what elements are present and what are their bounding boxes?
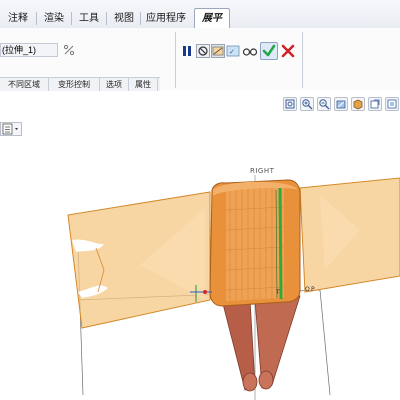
tab-flatten[interactable]: 展平 (194, 8, 230, 29)
model-foot (242, 372, 258, 392)
menu-separator (140, 12, 141, 25)
ribbon-divider (175, 32, 176, 88)
svg-text:✓: ✓ (229, 48, 235, 56)
subtab-deform-control[interactable]: 变形控制 (49, 78, 100, 91)
model-foot (258, 370, 274, 390)
menu-separator (71, 12, 72, 25)
axis-label: O (305, 286, 310, 293)
glasses-icon[interactable] (242, 44, 258, 58)
datum-line (319, 289, 331, 396)
subtab-properties[interactable]: 属性 (129, 78, 158, 91)
ribbon-divider (302, 32, 303, 88)
preview-icon[interactable] (211, 44, 225, 58)
menu-separator (36, 12, 37, 25)
verify-icon[interactable]: ✓ (226, 44, 240, 58)
model-viewport[interactable] (0, 91, 400, 400)
dashboard-subtabs: 不同区域 变形控制 选项 属性 (0, 77, 160, 92)
model-body-mesh (226, 187, 284, 301)
axis-label: P (311, 286, 315, 293)
selected-edge-highlight (278, 187, 283, 300)
cancel-icon[interactable] (281, 44, 295, 58)
feature-name-field[interactable] (0, 43, 58, 57)
subtab-regions[interactable]: 不同区域 (0, 78, 49, 91)
datum-plane-label: RIGHT (250, 167, 275, 175)
percent-icon[interactable] (63, 44, 77, 58)
tab-render[interactable]: 渲染 (42, 10, 66, 27)
axis-label: T (276, 289, 280, 296)
subtab-options[interactable]: 选项 (100, 78, 129, 91)
no-preview-icon[interactable] (196, 44, 210, 58)
origin-point (203, 290, 207, 294)
checkmark-icon[interactable] (260, 42, 278, 60)
tab-annotate[interactable]: 注释 (6, 10, 30, 27)
menu-separator (106, 12, 107, 25)
pause-icon[interactable] (180, 44, 194, 58)
tab-applications[interactable]: 应用程序 (144, 10, 188, 27)
tab-view[interactable]: 视图 (112, 10, 136, 27)
tab-tools[interactable]: 工具 (77, 10, 101, 27)
menu-bar: 注释 渲染 工具 视图 应用程序 展平 (0, 0, 400, 29)
